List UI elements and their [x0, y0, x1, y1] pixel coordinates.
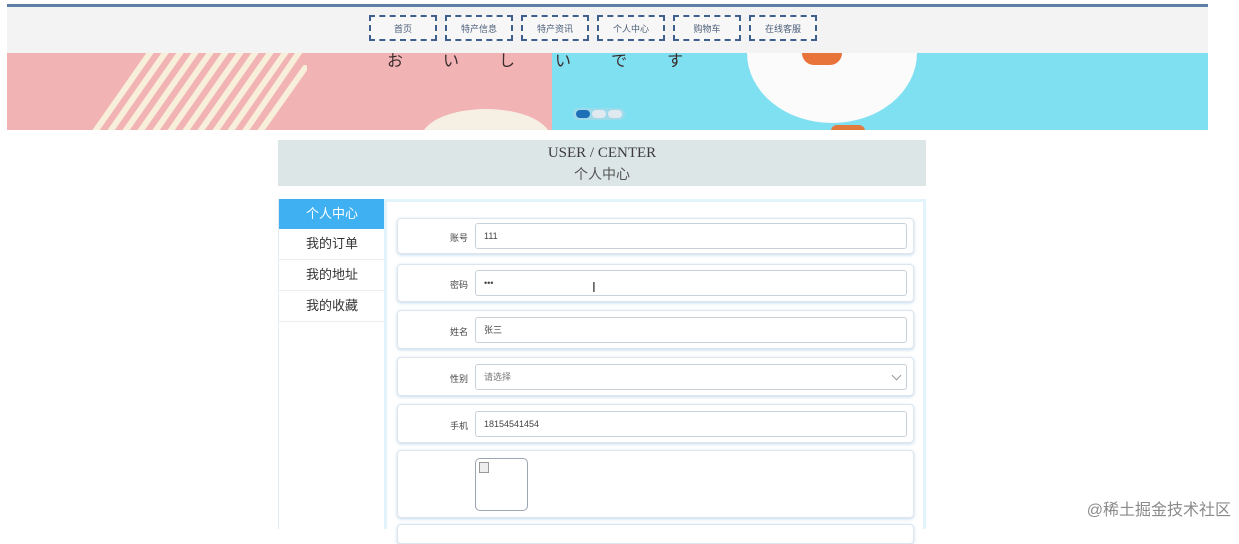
banner-char: い	[443, 53, 460, 70]
user-sidebar: 个人中心 我的订单 我的地址 我的收藏	[278, 199, 385, 529]
gender-select[interactable]: 请选择	[475, 364, 907, 390]
name-label: 姓名	[449, 327, 468, 337]
carousel-dot-3[interactable]	[608, 110, 622, 118]
nav-item-specialty-news[interactable]: 特产资讯	[521, 15, 589, 41]
phone-input[interactable]: 18154541454	[475, 411, 907, 437]
account-label: 账号	[449, 233, 468, 243]
form-row-password: 密码 •••	[397, 264, 914, 302]
nav-item-cart[interactable]: 购物车	[673, 15, 741, 41]
sidebar-item-my-favorites[interactable]: 我的收藏	[279, 291, 385, 322]
nav-item-specialty-info[interactable]: 特产信息	[445, 15, 513, 41]
carrot-slice-image	[831, 125, 865, 130]
chevron-down-icon	[891, 370, 902, 381]
page-title-cn: 个人中心	[574, 168, 630, 183]
banner-char: お	[387, 53, 404, 70]
gender-label: 性别	[449, 374, 468, 384]
nav-item-online-service[interactable]: 在线客服	[749, 15, 817, 41]
top-navbar: 首页 特产信息 特产资讯 个人中心 购物车 在线客服	[7, 7, 1208, 53]
hero-banner-carousel[interactable]: お い し い で す	[7, 53, 1208, 130]
page-title-block: USER / CENTER 个人中心	[278, 140, 926, 186]
banner-text: お い し い で す	[387, 53, 683, 71]
broken-image-icon	[479, 462, 489, 473]
carousel-indicators	[573, 108, 625, 120]
banner-char: い	[555, 53, 572, 70]
sidebar-item-user-center[interactable]: 个人中心	[279, 199, 385, 229]
carousel-dot-1[interactable]	[576, 110, 590, 118]
form-row-account: 账号 111	[397, 218, 914, 254]
form-row-name: 姓名 张三	[397, 310, 914, 349]
noodles-image	[92, 53, 307, 130]
account-input[interactable]: 111	[475, 223, 907, 249]
avatar-image-upload[interactable]	[475, 458, 528, 511]
nav-item-home[interactable]: 首页	[369, 15, 437, 41]
phone-label: 手机	[449, 421, 468, 431]
banner-char: で	[611, 53, 628, 70]
sidebar-item-my-address[interactable]: 我的地址	[279, 260, 385, 291]
form-row-next	[397, 524, 914, 544]
watermark-text: @稀土掘金技术社区	[1086, 502, 1231, 519]
password-label: 密码	[449, 280, 468, 290]
banner-char: す	[667, 53, 684, 70]
carousel-dot-2[interactable]	[592, 110, 606, 118]
nav-item-user-center[interactable]: 个人中心	[597, 15, 665, 41]
password-input[interactable]: •••	[475, 270, 907, 296]
gender-select-value: 请选择	[484, 372, 512, 382]
sidebar-item-my-orders[interactable]: 我的订单	[279, 229, 385, 260]
nav-menu: 首页 特产信息 特产资讯 个人中心 购物车 在线客服	[369, 15, 817, 41]
carrot-image	[802, 53, 842, 65]
form-row-phone: 手机 18154541454	[397, 404, 914, 443]
banner-char: し	[499, 53, 516, 70]
profile-form: 账号 111 密码 ••• 姓名 张三 性别 请选择 手机 1815454145…	[384, 199, 926, 544]
form-row-gender: 性别 请选择	[397, 357, 914, 396]
text-cursor-icon: I	[592, 281, 596, 296]
name-input[interactable]: 张三	[475, 317, 907, 343]
form-row-avatar	[397, 450, 914, 518]
page-title-en: USER / CENTER	[547, 145, 657, 161]
